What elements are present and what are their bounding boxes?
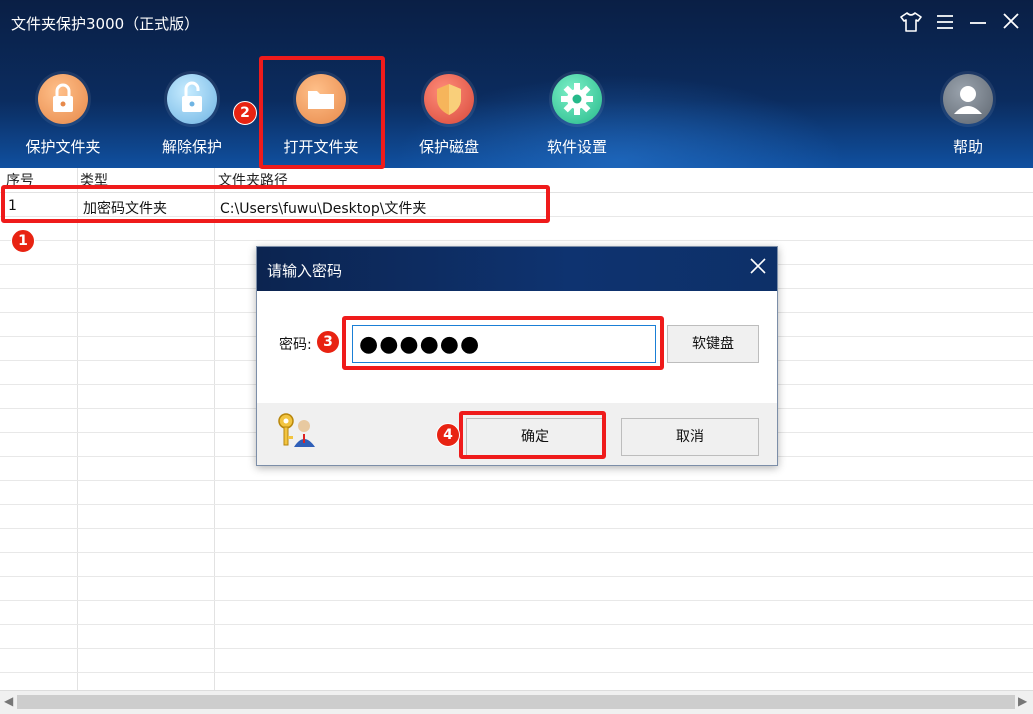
shirt-icon[interactable] xyxy=(899,12,923,36)
column-divider xyxy=(214,168,215,690)
scroll-left-icon[interactable]: ◀ xyxy=(4,694,13,708)
annotation-badge: 2 xyxy=(233,101,257,125)
horizontal-scrollbar[interactable]: ◀ ▶ xyxy=(0,690,1033,714)
window-title: 文件夹保护3000（正式版） xyxy=(11,15,200,33)
scroll-right-icon[interactable]: ▶ xyxy=(1018,694,1027,708)
annotation-badge: 1 xyxy=(11,229,35,253)
unlock-icon xyxy=(167,74,217,124)
toolbar-label: 保护磁盘 xyxy=(418,138,479,156)
app-header: 文件夹保护3000（正式版） 保护文件夹 解除保护 打开文件夹 保护磁盘 软件设… xyxy=(0,0,1033,168)
lock-icon xyxy=(38,74,88,124)
user-icon xyxy=(943,74,993,124)
close-icon[interactable] xyxy=(999,12,1023,36)
close-icon[interactable] xyxy=(749,257,767,280)
help-button[interactable]: 帮助 xyxy=(913,72,1023,164)
protect-disk-button[interactable]: 保护磁盘 xyxy=(394,72,504,164)
toolbar-label: 帮助 xyxy=(952,138,983,156)
column-divider xyxy=(77,168,78,690)
annotation-badge: 4 xyxy=(436,423,460,447)
toolbar-label: 保护文件夹 xyxy=(25,138,101,156)
toolbar-label: 解除保护 xyxy=(161,138,222,156)
cancel-button[interactable]: 取消 xyxy=(621,418,759,456)
dialog-titlebar: 请输入密码 xyxy=(257,247,777,291)
password-label: 密码: xyxy=(279,337,312,353)
protect-folder-button[interactable]: 保护文件夹 xyxy=(8,72,118,164)
scroll-thumb[interactable] xyxy=(17,695,1015,709)
key-user-icon xyxy=(277,412,317,448)
dialog-title: 请输入密码 xyxy=(267,262,343,280)
shield-icon xyxy=(424,74,474,124)
soft-keyboard-button[interactable]: 软键盘 xyxy=(667,325,759,363)
menu-icon[interactable] xyxy=(933,12,957,36)
annotation-badge: 3 xyxy=(316,330,340,354)
settings-button[interactable]: 软件设置 xyxy=(522,72,632,164)
minimize-icon[interactable] xyxy=(966,12,990,36)
annotation-box-row xyxy=(1,185,550,223)
annotation-box-ok xyxy=(459,411,606,459)
unprotect-button[interactable]: 解除保护 xyxy=(137,72,247,164)
annotation-box-password xyxy=(342,316,664,370)
annotation-box-open xyxy=(259,56,385,169)
toolbar-label: 软件设置 xyxy=(546,138,607,156)
gear-icon xyxy=(552,74,602,124)
